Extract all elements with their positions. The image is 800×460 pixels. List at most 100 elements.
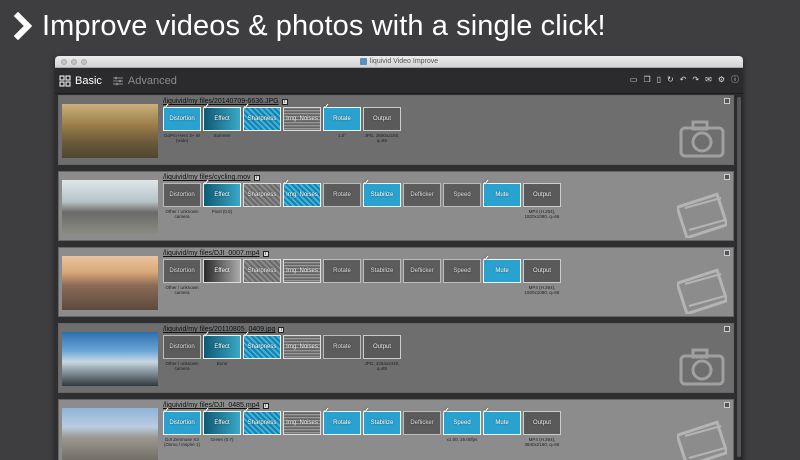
- settings-icon[interactable]: ⚙: [718, 75, 725, 85]
- file-info-icon[interactable]: i: [262, 402, 269, 409]
- step-setting-text: Other / unknown camera: [165, 285, 199, 295]
- file-path-link[interactable]: /liquivid/my files/20110805_0409.jpg i: [163, 326, 285, 333]
- step-output-button[interactable]: Output: [363, 335, 401, 359]
- file-row[interactable]: /liquivid/my files/20110805_0409.jpg i Dis…: [58, 323, 734, 393]
- checkmark-icon: ✓: [243, 406, 250, 415]
- folder-icon[interactable]: ▭: [630, 75, 638, 85]
- step-sharpness-button[interactable]: ✓ Sharpness: [243, 330, 281, 359]
- step-setting-text: JPG, 3264x2448, q=85: [364, 361, 400, 371]
- step-distortion-button[interactable]: ✓ Distortion: [163, 102, 201, 131]
- scrollbar-thumb[interactable]: [737, 97, 741, 457]
- step-effect-button[interactable]: ✓ Effect: [203, 178, 241, 207]
- step-sharpness-button[interactable]: Sharpness: [243, 259, 281, 283]
- scrollbar[interactable]: [735, 95, 743, 460]
- step-speed-button[interactable]: Speed: [443, 183, 481, 207]
- step-speed-button[interactable]: Speed: [443, 259, 481, 283]
- step-effect-button[interactable]: ✓ Effect: [203, 406, 241, 435]
- step-setting-text: JPG, 3600x2160, q=85: [364, 133, 400, 143]
- step-rotate-button[interactable]: Rotate: [323, 335, 361, 359]
- file-info-icon[interactable]: i: [253, 174, 260, 181]
- file-info-icon[interactable]: i: [278, 326, 285, 333]
- step-stabilize-button[interactable]: ✓ Stabilize: [363, 178, 401, 207]
- step-img-noises-button[interactable]: ✓ Img. Noises: [283, 178, 321, 207]
- step-sharpness-button[interactable]: ✓ Sharpness: [243, 102, 281, 131]
- step-effect-button[interactable]: Effect: [203, 259, 241, 283]
- remove-row-icon[interactable]: [724, 98, 730, 104]
- media-thumbnail[interactable]: [62, 180, 158, 234]
- info-icon[interactable]: ⓘ: [731, 75, 739, 85]
- media-thumbnail[interactable]: [62, 408, 158, 460]
- undo-icon[interactable]: ↶: [680, 75, 687, 85]
- tab-basic-label: Basic: [75, 74, 102, 87]
- checkmark-icon: ✓: [483, 254, 490, 263]
- step-rotate-button[interactable]: ✓ Rotate: [323, 406, 361, 435]
- file-path-link[interactable]: /liquivid/my files/cycling.mov i: [163, 174, 260, 181]
- step-img-noises-button[interactable]: Img. Noises: [283, 411, 321, 435]
- file-row[interactable]: /liquivid/my files/20140709-6636.JPG i ✓ Di…: [58, 95, 734, 165]
- step-output-button[interactable]: Output: [363, 107, 401, 131]
- film-watermark-icon: [677, 268, 727, 314]
- file-path-link[interactable]: /liquivid/my files/DJI_0007.mp4 i: [163, 250, 269, 257]
- file-info-icon[interactable]: i: [262, 250, 269, 257]
- step-distortion-button[interactable]: Distortion: [163, 183, 201, 207]
- step-img-noises-button[interactable]: Img. Noises: [283, 335, 321, 359]
- step-img-noises-button[interactable]: Img. Noises: [283, 107, 321, 131]
- step-mute-button[interactable]: ✓ Mute: [483, 406, 521, 435]
- step-setting-text: [283, 361, 321, 371]
- checkmark-icon: ✓: [363, 178, 370, 187]
- step-mute-button[interactable]: ✓ Mute: [483, 178, 521, 207]
- file-path-link[interactable]: /liquivid/my files/20140709-6636.JPG i: [163, 98, 288, 105]
- step-deflicker-button[interactable]: Deflicker: [403, 411, 441, 435]
- mail-icon[interactable]: ✉: [705, 75, 712, 85]
- step-img-noises-button[interactable]: Img. Noises: [283, 259, 321, 283]
- remove-row-icon[interactable]: [724, 326, 730, 332]
- refresh-icon[interactable]: ↻: [667, 75, 674, 85]
- file-row[interactable]: /liquivid/my files/DJI_0485.mp4 i ✓ Distort…: [58, 399, 734, 460]
- remove-row-icon[interactable]: [724, 402, 730, 408]
- media-thumbnail[interactable]: [62, 332, 158, 386]
- file-row[interactable]: /liquivid/my files/DJI_0007.mp4 i Distorti…: [58, 247, 734, 317]
- film-watermark-icon: [677, 192, 727, 238]
- step-label: Mute: [495, 268, 509, 274]
- step-setting-text: Other / unknown camera: [165, 361, 199, 371]
- step-rotate-button[interactable]: ✓ Rotate: [323, 102, 361, 131]
- media-thumbnail[interactable]: [62, 104, 158, 158]
- tab-basic[interactable]: Basic: [59, 75, 102, 87]
- film-watermark-icon: [677, 420, 727, 460]
- copy-icon[interactable]: ❐: [643, 75, 650, 85]
- step-label: Deflicker: [410, 192, 434, 198]
- step-sharpness-button[interactable]: Sharpness: [243, 183, 281, 207]
- remove-row-icon[interactable]: [724, 174, 730, 180]
- file-path-text: /liquivid/my files/20110805_0409.jpg: [163, 326, 276, 333]
- processing-steps: Distortion ✓ Effect Sharpness ✓ Img. Noises Ro…: [163, 178, 561, 207]
- headline-text: Improve videos & photos with a single cl…: [42, 9, 606, 42]
- step-sharpness-button[interactable]: ✓ Sharpness: [243, 406, 281, 435]
- step-output-button[interactable]: Output: [523, 259, 561, 283]
- step-deflicker-button[interactable]: Deflicker: [403, 259, 441, 283]
- step-rotate-button[interactable]: Rotate: [323, 183, 361, 207]
- redo-icon[interactable]: ↷: [692, 75, 699, 85]
- paste-icon[interactable]: ▯: [657, 75, 661, 85]
- step-setting-text: MP4 (H.264), 1920x1080, q=66: [524, 209, 560, 219]
- step-output-button[interactable]: Output: [523, 183, 561, 207]
- step-deflicker-button[interactable]: Deflicker: [403, 183, 441, 207]
- file-row[interactable]: /liquivid/my files/cycling.mov i Distortio…: [58, 171, 734, 241]
- step-distortion-button[interactable]: ✓ Distortion: [163, 406, 201, 435]
- remove-row-icon[interactable]: [724, 250, 730, 256]
- step-setting-text: Other / unknown camera: [165, 209, 199, 219]
- step-speed-button[interactable]: ✓ Speed: [443, 406, 481, 435]
- file-path-link[interactable]: /liquivid/my files/DJI_0485.mp4 i: [163, 402, 269, 409]
- step-output-button[interactable]: Output: [523, 411, 561, 435]
- step-label: Stabilize: [370, 192, 394, 198]
- step-stabilize-button[interactable]: ✓ Stabilize: [363, 406, 401, 435]
- step-rotate-button[interactable]: Rotate: [323, 259, 361, 283]
- step-stabilize-button[interactable]: Stabilize: [363, 259, 401, 283]
- step-distortion-button[interactable]: Distortion: [163, 335, 201, 359]
- media-thumbnail[interactable]: [62, 256, 158, 310]
- step-mute-button[interactable]: ✓ Mute: [483, 254, 521, 283]
- step-effect-button[interactable]: ✓ Effect: [203, 102, 241, 131]
- file-info-icon[interactable]: i: [281, 98, 288, 105]
- tab-advanced[interactable]: Advanced: [112, 75, 177, 87]
- step-effect-button[interactable]: ✓ Effect: [203, 330, 241, 359]
- step-distortion-button[interactable]: Distortion: [163, 259, 201, 283]
